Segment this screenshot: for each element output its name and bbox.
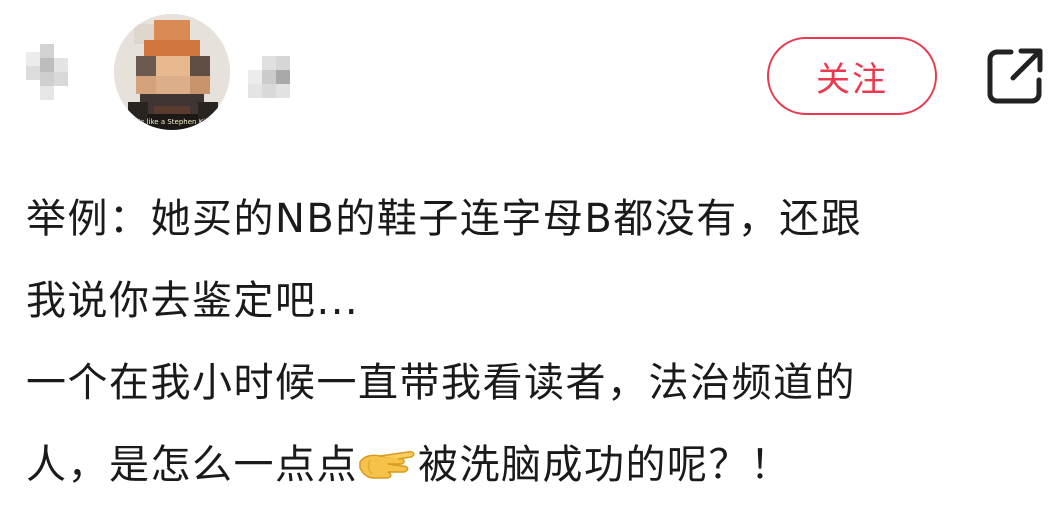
username-blurred-left xyxy=(26,42,80,100)
post-text-line-4-start: 人，是怎么一点点 xyxy=(26,442,358,488)
post-content: 举例：她买的NB的鞋子连字母B都没有，还跟 我说你去鉴定吧... 一个在我小时候… xyxy=(26,178,1041,506)
post-text-line-4-end: 被洗脑成功的呢？！ xyxy=(418,442,792,488)
share-external-icon[interactable] xyxy=(985,46,1045,106)
post-text-line-4: 人，是怎么一点点 被洗脑成功的呢？！ xyxy=(26,424,1041,506)
post-text-line-1: 举例：她买的NB的鞋子连字母B都没有，还跟 xyxy=(26,196,863,242)
pinching-hand-emoji-icon xyxy=(359,451,415,479)
avatar-caption: It's like a Stephen King xyxy=(134,118,215,126)
post-text-line-2: 我说你去鉴定吧... xyxy=(26,278,360,324)
username-blurred-right xyxy=(248,56,298,104)
avatar[interactable]: It's like a Stephen King xyxy=(114,14,230,130)
post-header: It's like a Stephen King 关注 xyxy=(0,0,1063,160)
follow-button-label: 关注 xyxy=(816,59,888,100)
follow-button[interactable]: 关注 xyxy=(767,37,937,115)
post-text-line-3: 一个在我小时候一直带我看读者，法治频道的 xyxy=(26,360,856,406)
